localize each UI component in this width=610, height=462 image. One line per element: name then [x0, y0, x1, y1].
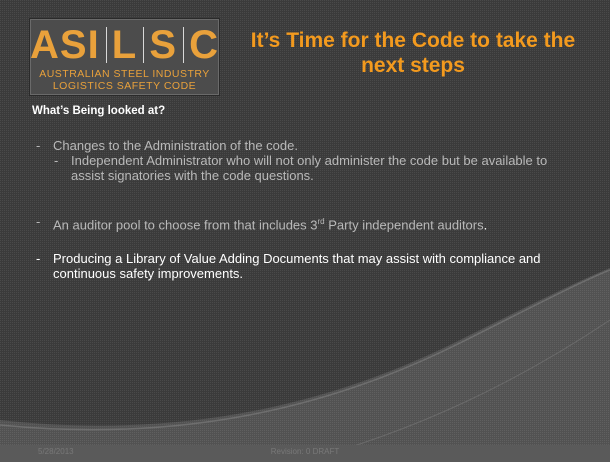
logo-letter-s: S: [149, 23, 177, 67]
subheading: What’s Being looked at?: [32, 105, 166, 117]
bullet-text: Producing a Library of Value Adding Docu…: [53, 251, 541, 281]
bullet-item-active: - Producing a Library of Value Adding Do…: [36, 251, 576, 281]
bullet-dash: -: [54, 153, 59, 168]
slide-title: It’s Time for the Code to take the next …: [250, 29, 576, 77]
logo-letters-asi: ASI: [30, 23, 100, 67]
slide: ASI L S C AUSTRALIAN STEEL INDUSTRY LOGI…: [0, 0, 610, 462]
bullet-dash: -: [36, 138, 41, 153]
logo-letter-c: C: [189, 23, 219, 67]
bullet-text: Changes to the Administration of the cod…: [53, 138, 298, 153]
logo-line-2: LOGISTICS SAFETY CODE: [52, 80, 197, 92]
logo-line-1: AUSTRALIAN STEEL INDUSTRY: [39, 68, 210, 80]
bullet-dash: -: [36, 214, 41, 229]
footer-revision: Revision: 0 DRAFT: [270, 447, 340, 456]
bullet-item: - Changes to the Administration of the c…: [36, 138, 576, 153]
bullet-text-rest: Party independent auditors: [324, 217, 484, 233]
ordinal-superscript: rd: [317, 217, 325, 226]
bullet-period: .: [483, 217, 488, 233]
sub-bullet-item: - Independent Administrator who will not…: [54, 153, 574, 183]
logo-letters: ASI L S C: [30, 23, 219, 67]
bullet-dash: -: [36, 251, 41, 266]
footer-bar: 5/28/2013 Revision: 0 DRAFT: [0, 445, 610, 462]
asilsc-logo: ASI L S C AUSTRALIAN STEEL INDUSTRY LOGI…: [29, 18, 220, 96]
bullet-text: Independent Administrator who will not o…: [71, 153, 548, 183]
bullet-item: - An auditor pool to choose from that in…: [36, 214, 576, 232]
bullet-text: An auditor pool to choose from that incl…: [53, 217, 318, 233]
logo-letter-l: L: [111, 23, 138, 67]
